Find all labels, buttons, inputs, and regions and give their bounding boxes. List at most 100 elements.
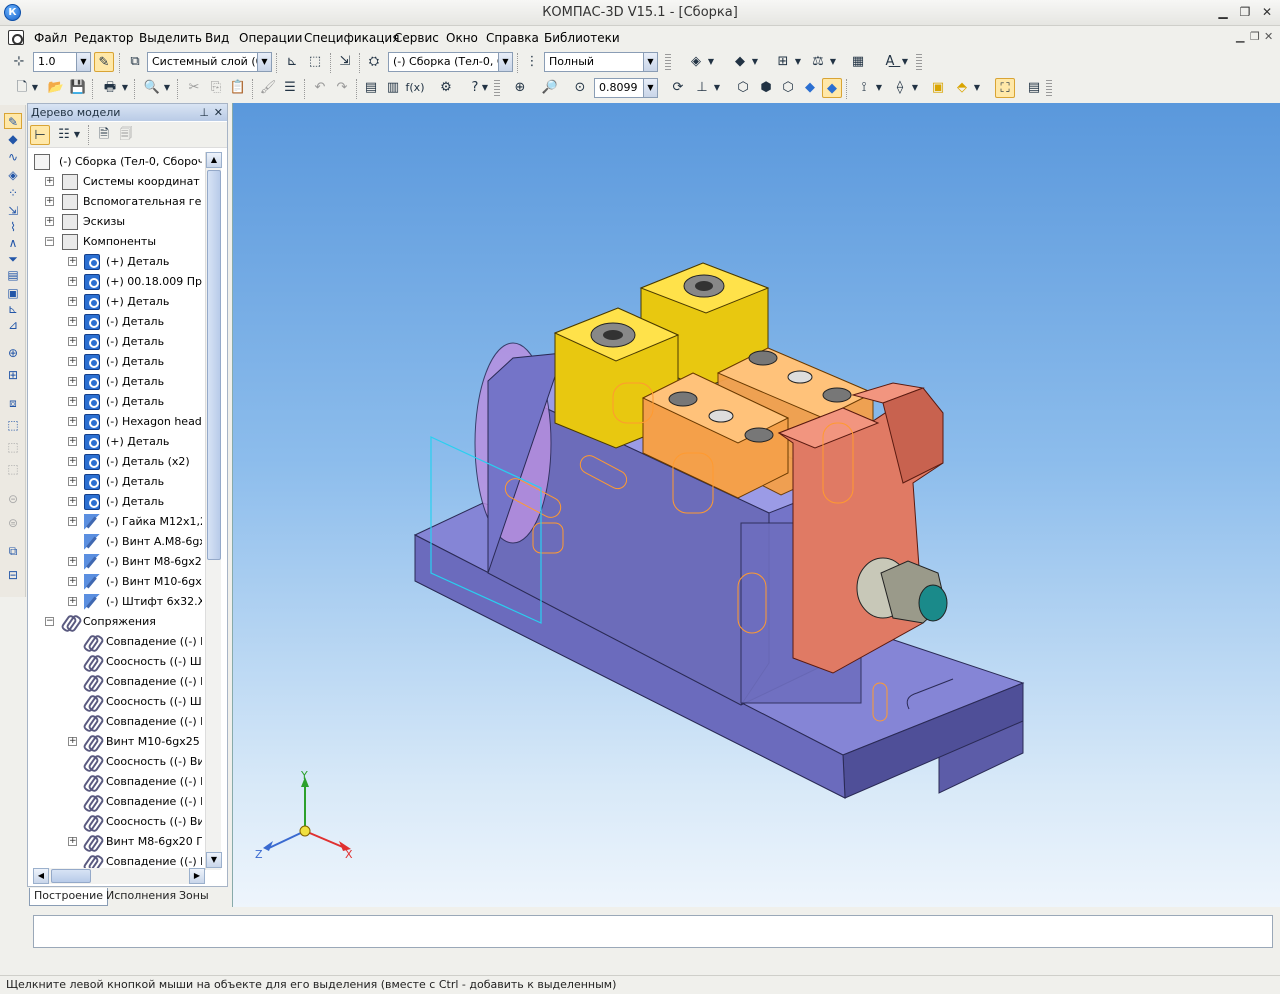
tree-row[interactable]: + Эскизы <box>32 212 202 232</box>
array-icon[interactable]: ⁘ <box>4 185 22 201</box>
doc-restore-icon[interactable]: ❐ <box>1250 30 1260 43</box>
document-icon[interactable] <box>8 30 24 45</box>
preview-icon[interactable]: 🔍 <box>142 78 162 98</box>
fix-icon[interactable]: ⊜ <box>4 515 22 531</box>
chevron-down-icon[interactable]: ▼ <box>76 53 90 71</box>
tree-row[interactable]: Соосность ((-) Шти <box>32 692 202 712</box>
scroll-left-icon[interactable]: ◀ <box>33 868 49 884</box>
chevron-down-icon[interactable]: ▼ <box>712 78 722 98</box>
tree-row[interactable]: + (-) Деталь <box>32 352 202 372</box>
new-document-icon[interactable]: 🗋 <box>12 78 32 98</box>
tab-versions[interactable]: Исполнения <box>102 888 180 906</box>
shading-icon[interactable]: ◈ <box>686 52 706 72</box>
chevron-down-icon[interactable]: ▼ <box>750 52 760 72</box>
variables-icon[interactable]: f(x) <box>405 78 425 98</box>
assembly-model[interactable]: Y X Z <box>233 103 1280 907</box>
section-icon[interactable]: ◆ <box>730 52 750 72</box>
thin-hidden-icon[interactable]: ⬡ <box>778 78 798 98</box>
orientation-icon[interactable]: ⬚ <box>305 52 325 72</box>
menu-window[interactable]: Окно <box>446 31 478 45</box>
collision-check-icon[interactable]: ⬚ <box>4 461 22 477</box>
tree-row[interactable]: Соосность ((-) Винт <box>32 812 202 832</box>
scroll-thumb[interactable] <box>207 170 221 560</box>
mate-icon[interactable]: ⧈ <box>4 395 22 411</box>
tree-row[interactable]: + (-) Деталь <box>32 392 202 412</box>
grid-step-icon[interactable]: ⊹ <box>9 52 29 72</box>
expand-icon[interactable]: + <box>68 437 77 446</box>
tree-row[interactable]: (-) Винт А.М8-6gx20 <box>32 532 202 552</box>
doc-minimize-icon[interactable]: ▁ <box>1236 30 1244 43</box>
tree-row[interactable]: − Сопряжения <box>32 612 202 632</box>
menu-libraries[interactable]: Библиотеки <box>544 31 620 45</box>
tree-row[interactable]: + (-) Винт М10-6gx25 <box>32 572 202 592</box>
expand-icon[interactable]: + <box>68 257 77 266</box>
tree-row[interactable]: Совпадение ((-) Шт <box>32 672 202 692</box>
layers-icon[interactable]: ⧉ <box>125 52 145 72</box>
close-icon[interactable]: ✕ <box>214 104 223 121</box>
assembly-icon[interactable]: ⛭ <box>364 52 384 72</box>
tree-row[interactable]: + (-) Hexagon head bo <box>32 412 202 432</box>
menu-service[interactable]: Сервис <box>394 31 439 45</box>
rotate-component-icon[interactable]: ⬚ <box>4 439 22 455</box>
expand-icon[interactable]: + <box>68 397 77 406</box>
tree-row[interactable]: + Винт М10-6gx25 ГО <box>32 732 202 752</box>
display-mode-icon[interactable]: ⋮ <box>522 52 542 72</box>
restore-icon[interactable]: ❐ <box>1236 4 1254 20</box>
tree-row[interactable]: + (+) Деталь <box>32 252 202 272</box>
orient-icon[interactable]: ⊥ <box>692 78 712 98</box>
tree-row[interactable]: Соосность ((-) Винт <box>32 752 202 772</box>
chevron-down-icon[interactable]: ▼ <box>910 78 920 98</box>
chevron-down-icon[interactable]: ▼ <box>257 53 271 71</box>
tree-row[interactable]: + (-) Деталь <box>32 492 202 512</box>
chevron-down-icon[interactable]: ▼ <box>900 52 910 72</box>
expand-icon[interactable]: + <box>68 737 77 746</box>
tree-row[interactable]: + (+) Деталь <box>32 432 202 452</box>
expand-icon[interactable]: + <box>45 177 54 186</box>
format-painter-icon[interactable]: 🖌 <box>258 78 278 98</box>
filter-icon[interactable]: ⏷ <box>4 251 22 267</box>
expand-icon[interactable]: + <box>68 377 77 386</box>
chevron-down-icon[interactable]: ▼ <box>480 78 490 98</box>
tree-row[interactable]: − Компоненты <box>32 232 202 252</box>
chevron-down-icon[interactable]: ▼ <box>72 125 82 145</box>
scroll-up-icon[interactable]: ▲ <box>206 152 222 168</box>
expand-icon[interactable]: + <box>68 597 77 606</box>
chevron-down-icon[interactable]: ▼ <box>162 78 172 98</box>
display-mode-combo[interactable]: Полный ▼ <box>544 52 658 72</box>
chevron-down-icon[interactable]: ▼ <box>498 53 512 71</box>
menu-specification[interactable]: Спецификация <box>304 31 399 45</box>
tree-vertical-scrollbar[interactable]: ▲ ▼ <box>205 152 222 870</box>
chevron-down-icon[interactable]: ▼ <box>793 52 803 72</box>
expand-icon[interactable]: + <box>68 317 77 326</box>
expand-icon[interactable]: + <box>68 457 77 466</box>
report-icon[interactable]: ▤ <box>4 267 22 283</box>
expand-icon[interactable]: + <box>45 197 54 206</box>
box-icon[interactable]: ▣ <box>928 78 948 98</box>
tree-row[interactable]: + (+) 00.18.009 Приз <box>32 272 202 292</box>
halftone-icon[interactable]: ◆ <box>800 78 820 98</box>
measure-icon[interactable]: ⊾ <box>4 301 22 317</box>
measure-icon[interactable]: ⚙ <box>436 78 456 98</box>
menu-help[interactable]: Справка <box>486 31 539 45</box>
tree-row[interactable]: + Системы координат <box>32 172 202 192</box>
tree-row[interactable]: + Вспомогательная геоме <box>32 192 202 212</box>
paste-icon[interactable]: 📋 <box>228 78 248 98</box>
assembly-ops-icon[interactable]: ⧉ <box>4 543 22 559</box>
tab-zones[interactable]: Зоны <box>175 888 213 906</box>
tree-horizontal-scrollbar[interactable]: ◀ ▶ <box>33 868 205 884</box>
hole-icon[interactable]: ⇲ <box>4 203 22 219</box>
chevron-down-icon[interactable]: ▼ <box>643 53 657 71</box>
collapse-icon[interactable]: − <box>45 617 54 626</box>
chevron-down-icon[interactable]: ▼ <box>30 78 40 98</box>
cut-icon[interactable]: ✂ <box>184 78 204 98</box>
surface-icon[interactable]: ◈ <box>4 167 22 183</box>
chevron-down-icon[interactable]: ▼ <box>706 52 716 72</box>
menu-file[interactable]: Файл <box>34 31 67 45</box>
expand-icon[interactable]: + <box>68 297 77 306</box>
tree-row[interactable]: + (-) Деталь <box>32 372 202 392</box>
step-combo[interactable]: 1.0 ▼ <box>33 52 91 72</box>
tree-row[interactable]: Совпадение ((-) Ви <box>32 712 202 732</box>
local-cs-icon[interactable]: ⊾ <box>282 52 302 72</box>
collision-icon[interactable]: ▦ <box>848 52 868 72</box>
scroll-down-icon[interactable]: ▼ <box>206 852 222 868</box>
